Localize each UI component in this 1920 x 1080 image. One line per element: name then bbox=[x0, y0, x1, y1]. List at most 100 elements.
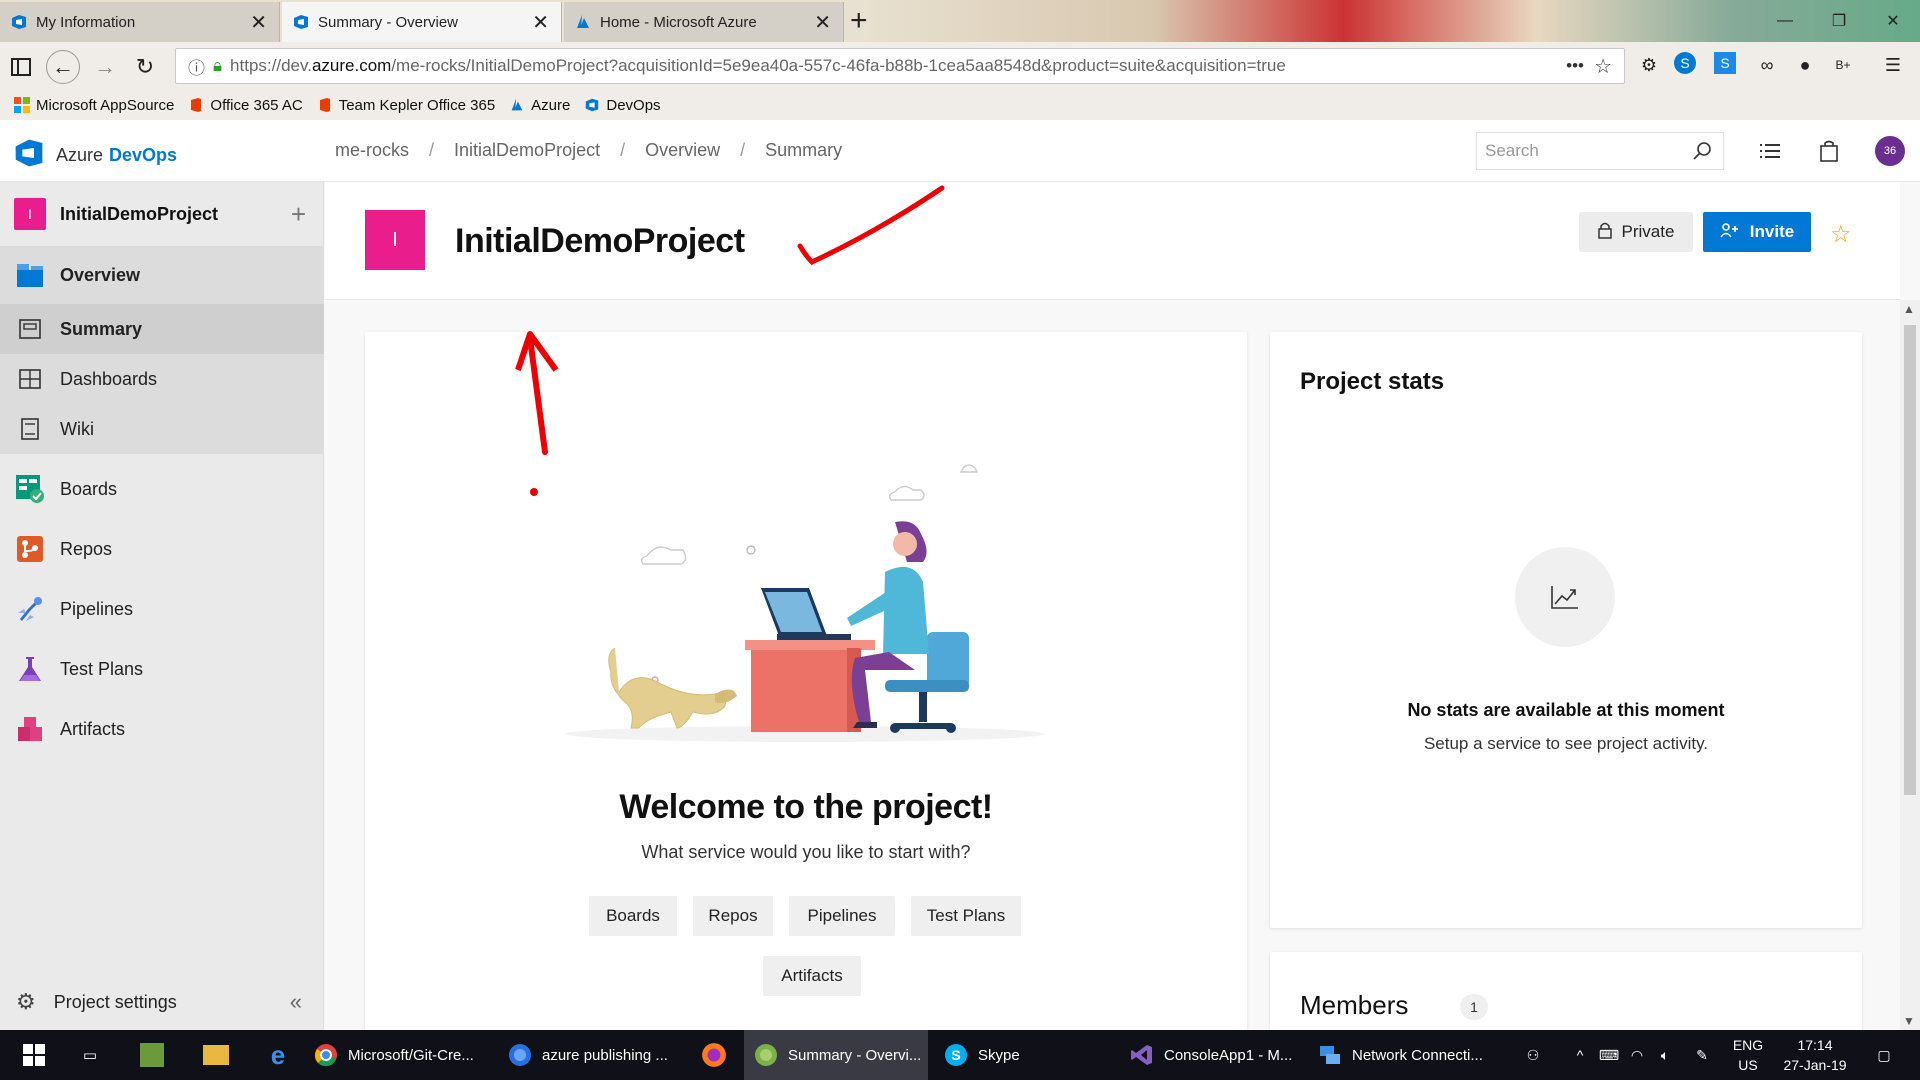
taskbar-app-network-connections[interactable]: Network Connecti... bbox=[1316, 1030, 1496, 1080]
tab-title: Home - Microsoft Azure bbox=[600, 13, 757, 31]
file-explorer-icon[interactable] bbox=[198, 1030, 234, 1080]
mask-extension-icon[interactable]: ∞ bbox=[1754, 52, 1780, 78]
start-button[interactable] bbox=[10, 1030, 58, 1080]
language-indicator[interactable]: ENG US bbox=[1728, 1030, 1768, 1080]
bookmark-team-kepler[interactable]: Team Kepler Office 365 bbox=[317, 97, 495, 114]
b-extension-icon[interactable]: B+ bbox=[1830, 52, 1856, 78]
avatar[interactable]: 36 bbox=[1875, 136, 1905, 166]
taskbar-app-chrome[interactable]: Microsoft/Git-Cre... bbox=[312, 1030, 502, 1080]
bookmark-appsource[interactable]: Microsoft AppSource bbox=[14, 97, 174, 114]
edge-browser-icon[interactable]: e bbox=[260, 1030, 296, 1080]
wifi-icon[interactable]: ◠ bbox=[1624, 1030, 1650, 1080]
scroll-down-icon[interactable]: ▼ bbox=[1903, 1014, 1915, 1028]
service-test-plans-button[interactable]: Test Plans bbox=[911, 896, 1021, 936]
restore-icon[interactable]: ❐ bbox=[1812, 0, 1866, 42]
gear-icon: ⚙ bbox=[16, 989, 36, 1014]
sidebar-item-artifacts[interactable]: Artifacts bbox=[0, 702, 324, 756]
new-tab-icon[interactable]: + bbox=[850, 6, 868, 36]
sidebar-toggle-icon[interactable] bbox=[4, 50, 38, 84]
paint-app-icon[interactable] bbox=[134, 1030, 170, 1080]
pen-workspace-icon[interactable]: ✎ bbox=[1688, 1030, 1716, 1080]
reload-icon[interactable]: ↻ bbox=[128, 50, 162, 84]
browser-tab-summary-overview[interactable]: Summary - Overview ✕ bbox=[282, 2, 562, 42]
taskbar-app-label: Skype bbox=[978, 1046, 1020, 1064]
search-icon[interactable] bbox=[1691, 140, 1713, 167]
url-host: azure.com bbox=[311, 56, 392, 75]
back-icon[interactable]: ← bbox=[46, 50, 80, 84]
collapse-sidebar-icon[interactable]: « bbox=[290, 989, 302, 1015]
firefox-icon[interactable] bbox=[694, 1030, 734, 1080]
service-pipelines-button[interactable]: Pipelines bbox=[789, 896, 895, 936]
breadcrumb-overview[interactable]: Overview bbox=[645, 140, 720, 161]
service-repos-button[interactable]: Repos bbox=[693, 896, 773, 936]
scrollbar-thumb[interactable] bbox=[1904, 325, 1916, 795]
clock[interactable]: 17:14 27-Jan-19 bbox=[1772, 1030, 1858, 1080]
taskbar-app-skype[interactable]: S Skype bbox=[942, 1030, 1092, 1080]
breadcrumb-org[interactable]: me-rocks bbox=[335, 140, 409, 161]
s-extension-icon[interactable]: S bbox=[1714, 52, 1736, 74]
clock-time: 17:14 bbox=[1797, 1037, 1833, 1053]
bookmark-devops[interactable]: DevOps bbox=[584, 96, 661, 114]
close-tab-icon[interactable]: ✕ bbox=[532, 10, 549, 35]
bookmark-azure[interactable]: Azure bbox=[509, 97, 570, 114]
work-items-list-icon[interactable] bbox=[1757, 138, 1783, 164]
private-button[interactable]: Private bbox=[1579, 212, 1693, 252]
task-view-icon[interactable]: ▭ bbox=[70, 1030, 110, 1080]
invite-button[interactable]: Invite bbox=[1703, 212, 1811, 252]
scroll-up-icon[interactable]: ▲ bbox=[1903, 302, 1915, 316]
sidebar-project-header[interactable]: I InitialDemoProject + bbox=[0, 182, 324, 246]
marketplace-bag-icon[interactable] bbox=[1816, 138, 1842, 164]
taskbar-app-visual-studio[interactable]: ConsoleApp1 - M... bbox=[1128, 1030, 1308, 1080]
browser-tab-my-information[interactable]: My Information ✕ bbox=[0, 2, 280, 42]
forward-icon[interactable]: → bbox=[88, 50, 122, 84]
invite-people-icon bbox=[1720, 222, 1740, 243]
sidebar-item-overview[interactable]: Overview bbox=[0, 246, 324, 304]
sidebar-item-test-plans[interactable]: Test Plans bbox=[0, 642, 324, 696]
sidebar-item-pipelines[interactable]: Pipelines bbox=[0, 582, 324, 636]
service-boards-button[interactable]: Boards bbox=[589, 896, 677, 936]
skype-extension-icon[interactable]: S bbox=[1674, 52, 1696, 74]
sidebar-item-repos[interactable]: Repos bbox=[0, 522, 324, 576]
menu-icon[interactable]: ☰ bbox=[1880, 52, 1906, 78]
add-icon[interactable]: + bbox=[291, 199, 306, 230]
close-tab-icon[interactable]: ✕ bbox=[814, 10, 831, 35]
project-settings-link[interactable]: ⚙ Project settings « bbox=[0, 974, 324, 1030]
browser-tab-azure-home[interactable]: Home - Microsoft Azure ✕ bbox=[564, 2, 844, 42]
volume-icon[interactable]: 🔈︎ bbox=[1652, 1030, 1678, 1080]
drop-extension-icon[interactable]: ● bbox=[1792, 52, 1818, 78]
sidebar-item-label: Test Plans bbox=[60, 658, 144, 679]
action-center-icon[interactable]: ▢ bbox=[1864, 1030, 1904, 1080]
breadcrumb-summary[interactable]: Summary bbox=[765, 140, 842, 161]
info-icon[interactable]: ⓘ bbox=[188, 54, 205, 79]
microsoft-logo-icon bbox=[14, 97, 30, 113]
sidebar-item-dashboards[interactable]: Dashboards bbox=[0, 354, 324, 404]
vertical-scrollbar[interactable]: ▲ ▼ bbox=[1900, 300, 1920, 1030]
input-method-icon[interactable]: ⌨ bbox=[1596, 1030, 1622, 1080]
bookmark-label: Office 365 AC bbox=[210, 96, 303, 114]
bookmark-star-icon[interactable]: ☆ bbox=[1594, 54, 1612, 79]
close-window-icon[interactable]: ✕ bbox=[1866, 0, 1920, 42]
welcome-card: Welcome to the project! What service wou… bbox=[365, 332, 1247, 1052]
taskbar-app-summary-overview[interactable]: Summary - Overvi... bbox=[744, 1030, 928, 1080]
address-bar[interactable]: ⓘ 🔒︎ https://dev. azure.com/me-rocks/Init… bbox=[175, 48, 1625, 84]
windows-taskbar: ▭ e Microsoft/Git-Cre... azure publishin… bbox=[0, 1030, 1920, 1080]
favorite-star-icon[interactable]: ☆ bbox=[1830, 220, 1852, 249]
service-artifacts-button[interactable]: Artifacts bbox=[763, 956, 861, 996]
brand-azure: Azure bbox=[56, 145, 104, 165]
taskbar-app-firefox-dev[interactable]: azure publishing ... bbox=[506, 1030, 686, 1080]
settings-gear-icon[interactable]: ⚙ bbox=[1636, 52, 1662, 78]
page-actions-icon[interactable]: ••• bbox=[1566, 56, 1584, 76]
close-tab-icon[interactable]: ✕ bbox=[250, 10, 267, 35]
search-input[interactable]: Search bbox=[1476, 132, 1724, 170]
bookmark-label: DevOps bbox=[606, 96, 661, 114]
breadcrumb-project[interactable]: InitialDemoProject bbox=[454, 140, 600, 161]
azure-devops-logo[interactable]: Azure DevOps bbox=[14, 138, 177, 173]
sidebar-item-summary[interactable]: Summary bbox=[0, 304, 324, 354]
minimize-icon[interactable]: — bbox=[1758, 0, 1812, 42]
show-hidden-icons-icon[interactable]: ^ bbox=[1568, 1030, 1592, 1080]
bookmark-office365-ac[interactable]: Office 365 AC bbox=[188, 96, 303, 114]
sidebar-item-wiki[interactable]: Wiki bbox=[0, 404, 324, 454]
project-stats-card: Project stats No stats are available at … bbox=[1270, 332, 1862, 928]
sidebar-item-boards[interactable]: Boards bbox=[0, 462, 324, 516]
people-icon[interactable]: ⚇ bbox=[1518, 1030, 1548, 1080]
